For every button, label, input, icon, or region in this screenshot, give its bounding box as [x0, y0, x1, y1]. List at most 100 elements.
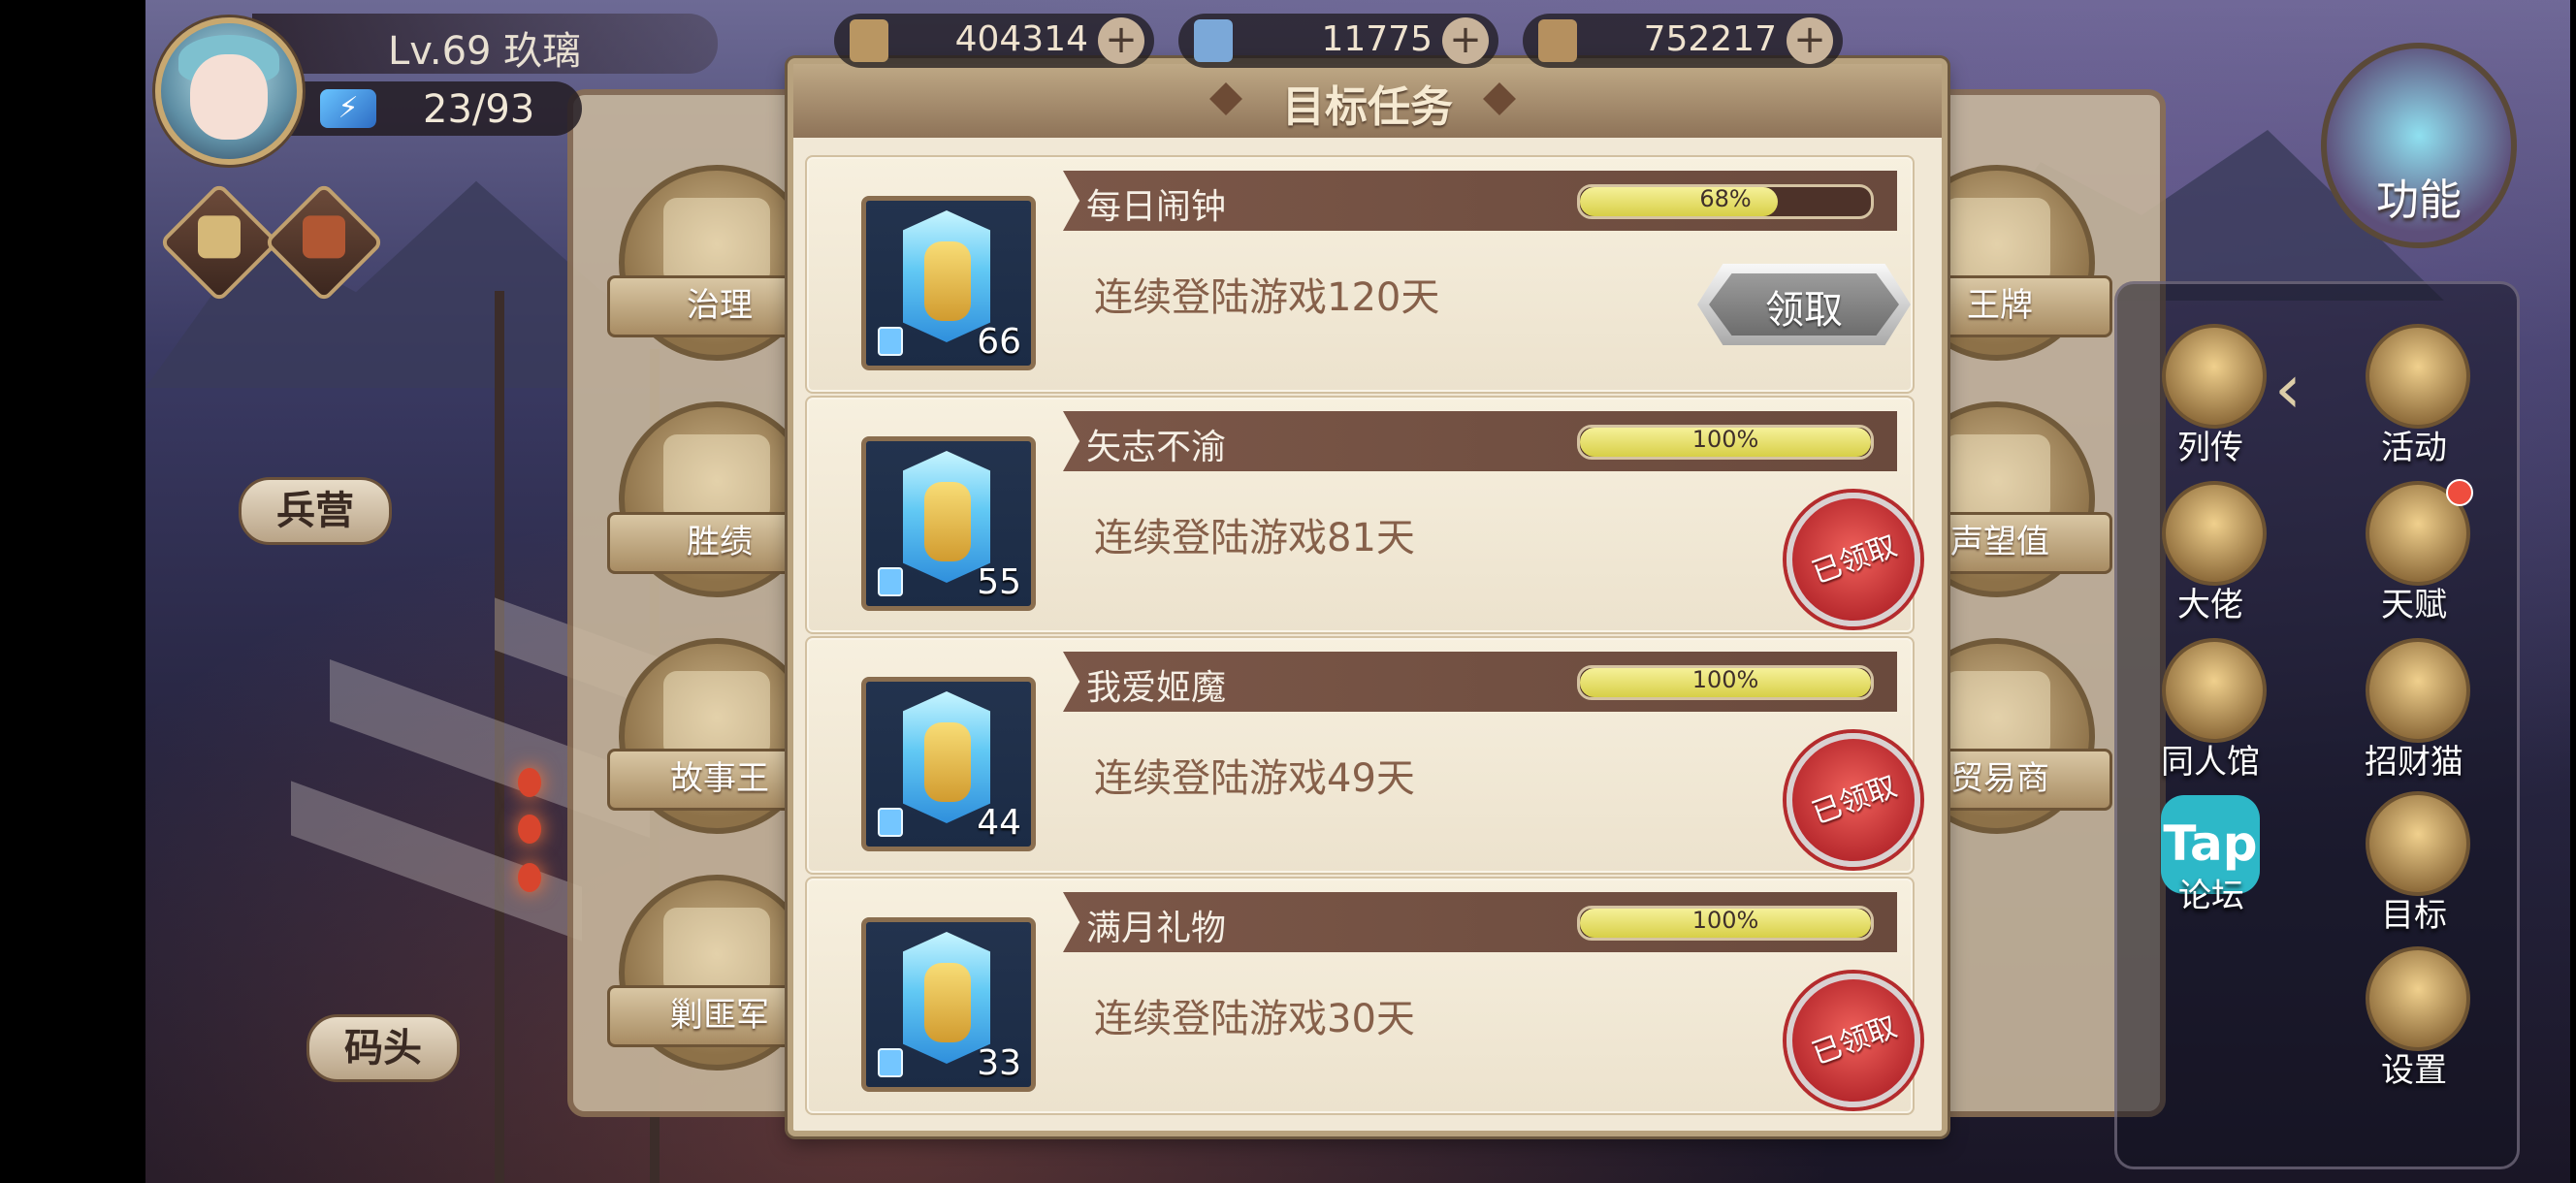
- map-card-inner-icon: [198, 215, 241, 259]
- task-header-bar: 矢志不渝 100%: [1063, 411, 1897, 471]
- side-item-settings-label: 设置: [2381, 1051, 2447, 1090]
- claimed-stamp-text: 已领取: [1807, 528, 1902, 592]
- crystal-core-icon: [924, 722, 971, 802]
- events-icon: [2366, 324, 2470, 429]
- task-row: 44 我爱姬魔 100% 连续登陆游戏49天 已领取: [805, 636, 1920, 875]
- dock-label[interactable]: 码头: [306, 1014, 460, 1082]
- side-item-lucky-cat-label: 招财猫: [2365, 743, 2463, 782]
- goal-icon: [2366, 791, 2470, 896]
- crystal-core-icon: [924, 482, 971, 561]
- side-item-settings[interactable]: 设置: [2341, 946, 2487, 1092]
- gem-icon: [1194, 19, 1233, 62]
- side-item-talent[interactable]: 天赋: [2341, 479, 2487, 626]
- task-header-bar: 每日闹钟 68%: [1063, 171, 1897, 231]
- player-level-text: Lv.69 玖璃: [388, 29, 582, 74]
- claimed-stamp-text: 已领取: [1807, 769, 1902, 832]
- task-description: 连续登陆游戏49天: [1094, 756, 1415, 801]
- side-item-fan-hall[interactable]: 同人馆: [2138, 638, 2283, 783]
- lantern-3: [518, 863, 541, 892]
- task-name: 满月礼物: [1086, 909, 1227, 948]
- talent-notice-dot: [2446, 479, 2473, 506]
- task-reward: 66: [861, 196, 1036, 370]
- task-description: 连续登陆游戏120天: [1094, 275, 1440, 320]
- barracks-label[interactable]: 兵营: [239, 477, 392, 545]
- claimed-stamp: 已领取: [1787, 733, 1920, 867]
- side-item-forum-label: 论坛: [2178, 877, 2244, 915]
- reward-badge-icon: [878, 1048, 903, 1077]
- player-level-bar: Lv.69 玖璃: [252, 14, 718, 74]
- function-button[interactable]: 功能: [2321, 43, 2517, 248]
- reward-count: 66: [977, 322, 1021, 362]
- gold-icon: [850, 19, 888, 62]
- task-description: 连续登陆游戏81天: [1094, 516, 1415, 560]
- lucky-cat-icon: [2366, 638, 2470, 743]
- gold-plus-button[interactable]: +: [1098, 17, 1144, 64]
- task-name: 矢志不渝: [1086, 428, 1227, 467]
- medal-story-king: 故事王: [607, 638, 832, 834]
- claimed-stamp: 已领取: [1787, 493, 1920, 626]
- governance-art: [663, 198, 770, 285]
- token-icon: [1538, 19, 1577, 62]
- token-value: 752217: [1643, 19, 1777, 59]
- currency-gold: 404314 +: [834, 14, 1154, 68]
- side-item-lucky-cat[interactable]: 招财猫: [2341, 638, 2487, 783]
- player-avatar[interactable]: [155, 17, 303, 165]
- gold-value: 404314: [954, 19, 1088, 59]
- task-list[interactable]: 66 每日闹钟 68% 连续登陆游戏120天 领取 55 矢志不渝 100% 连…: [805, 155, 1930, 1115]
- reward-badge-icon: [878, 327, 903, 356]
- side-item-talent-label: 天赋: [2381, 586, 2447, 624]
- task-header-bar: 我爱姬魔 100%: [1063, 652, 1897, 712]
- currency-row: 404314 + 11775 + 752217 +: [834, 14, 1862, 68]
- claim-button-label: 领取: [1765, 288, 1843, 333]
- lantern-2: [518, 815, 541, 844]
- task-progress-bar: 100%: [1577, 665, 1874, 700]
- dialog-title: 目标任务: [1282, 82, 1453, 132]
- target-task-dialog: 目标任务 66 每日闹钟 68% 连续登陆游戏120天 领取 55 矢志不渝 1…: [788, 58, 1948, 1136]
- task-progress-text: 68%: [1699, 185, 1752, 212]
- crystal-core-icon: [924, 241, 971, 321]
- task-progress-bar: 68%: [1577, 184, 1874, 219]
- task-progress-text: 100%: [1691, 426, 1759, 453]
- boss-icon: [2162, 481, 2267, 586]
- side-item-events[interactable]: 活动: [2341, 324, 2487, 469]
- ace-art: [1944, 198, 2050, 285]
- claimed-stamp: 已领取: [1787, 974, 1920, 1107]
- reward-count: 33: [977, 1043, 1021, 1083]
- claim-button[interactable]: 领取: [1697, 264, 1911, 345]
- task-reward: 44: [861, 677, 1036, 851]
- gear-icon: [2366, 946, 2470, 1051]
- crystal-core-icon: [924, 963, 971, 1042]
- story-king-art: [663, 671, 770, 758]
- side-item-goal[interactable]: 目标: [2341, 791, 2487, 937]
- token-plus-button[interactable]: +: [1787, 17, 1833, 64]
- task-header-bar: 满月礼物 100%: [1063, 892, 1897, 952]
- side-item-biography[interactable]: 列传: [2138, 324, 2283, 469]
- currency-token: 752217 +: [1523, 14, 1843, 68]
- side-item-boss[interactable]: 大佬: [2138, 481, 2283, 626]
- gem-plus-button[interactable]: +: [1442, 17, 1489, 64]
- task-progress-text: 100%: [1691, 907, 1759, 934]
- side-item-biography-label: 列传: [2177, 429, 2243, 467]
- sail-3: [291, 781, 582, 942]
- medal-bandit-army: 剿匪军: [607, 875, 832, 1071]
- avatar-face: [190, 54, 268, 140]
- task-reward: 33: [861, 917, 1036, 1092]
- reward-badge-icon: [878, 567, 903, 596]
- medal-governance: 治理: [607, 165, 832, 361]
- medal-victory: 胜绩: [607, 401, 832, 597]
- reward-badge-icon: [878, 808, 903, 837]
- dialog-header: 目标任务: [793, 64, 1942, 138]
- task-row: 33 满月礼物 100% 连续登陆游戏30天 已领取: [805, 877, 1920, 1115]
- currency-gem: 11775 +: [1178, 14, 1498, 68]
- task-name: 我爱姬魔: [1086, 668, 1227, 708]
- function-label: 功能: [2376, 176, 2462, 225]
- side-item-events-label: 活动: [2381, 429, 2447, 467]
- side-item-fan-hall-label: 同人馆: [2161, 743, 2260, 782]
- claimed-stamp-text: 已领取: [1807, 1009, 1902, 1072]
- task-name: 每日闹钟: [1086, 187, 1227, 227]
- energy-bar: ⚡ 23/93: [291, 81, 582, 136]
- energy-icon: ⚡: [320, 89, 376, 128]
- task-progress-bar: 100%: [1577, 425, 1874, 460]
- fan-hall-icon: [2162, 638, 2267, 743]
- side-item-goal-label: 目标: [2381, 896, 2447, 935]
